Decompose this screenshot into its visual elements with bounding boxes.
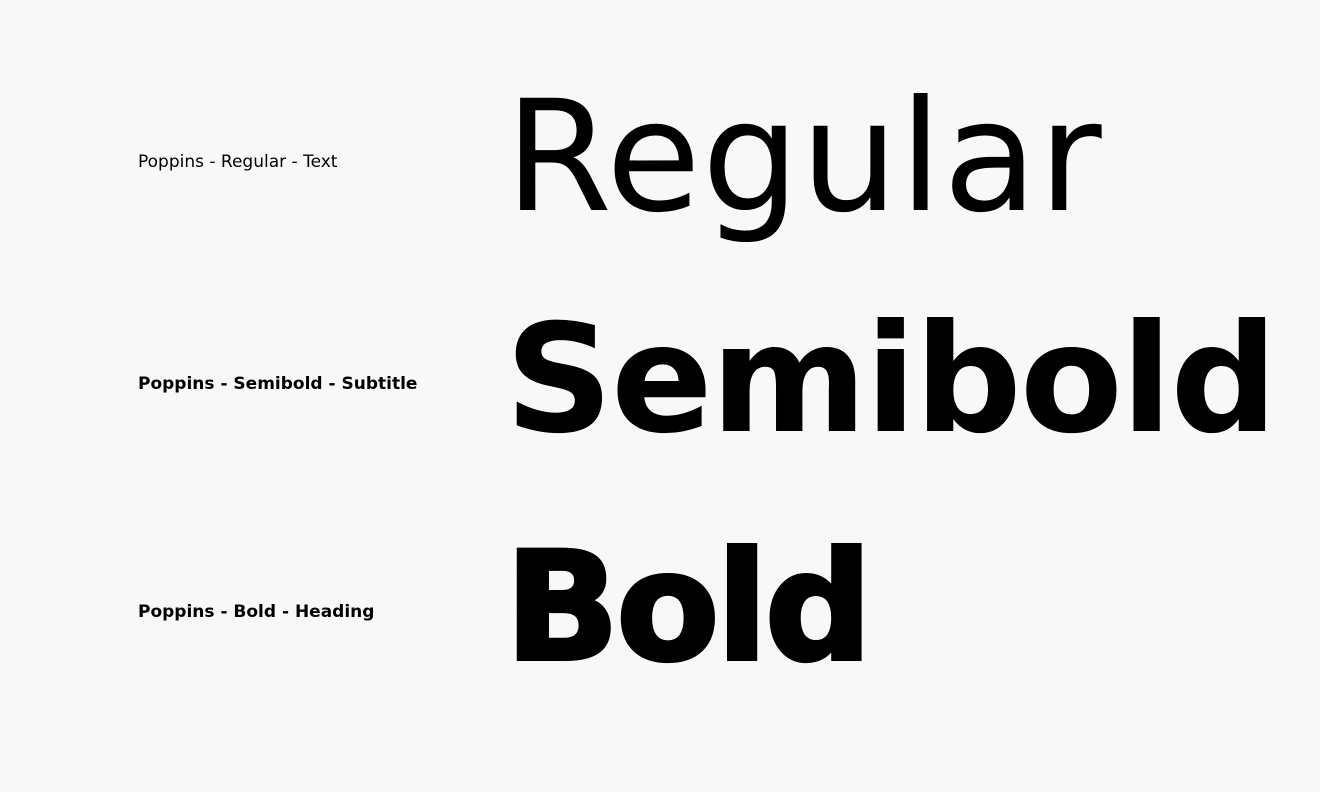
- specimen-label-semibold: Poppins - Semibold - Subtitle: [138, 374, 418, 394]
- specimen-label-regular: Poppins - Regular - Text: [138, 152, 338, 172]
- specimen-sample-regular: Regular: [505, 68, 1103, 247]
- specimen-sample-bold: Bold: [503, 521, 874, 695]
- specimen-sample-semibold: Semibold: [505, 293, 1278, 467]
- specimen-label-bold: Poppins - Bold - Heading: [138, 602, 375, 622]
- specimen-row-regular: Poppins - Regular - Text Regular: [0, 62, 1320, 262]
- specimen-row-bold: Poppins - Bold - Heading Bold: [0, 512, 1320, 712]
- specimen-row-semibold: Poppins - Semibold - Subtitle Semibold: [0, 284, 1320, 484]
